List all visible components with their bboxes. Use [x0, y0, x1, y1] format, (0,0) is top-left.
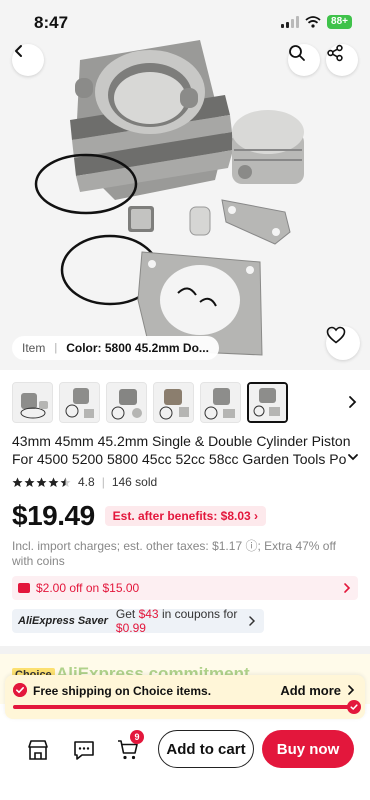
store-icon[interactable] — [26, 738, 50, 762]
chevron-left-icon — [15, 45, 22, 57]
variant-value: Color: 5800 45.2mm Do... — [66, 341, 209, 355]
saver-brand: AliExpress Saver — [18, 615, 108, 627]
star-icon — [36, 477, 47, 487]
chevron-right-icon: › — [254, 509, 259, 523]
status-icons: 88+ — [281, 15, 352, 29]
coupon-icon — [18, 583, 30, 593]
search-icon — [289, 45, 305, 61]
star-icon — [24, 477, 35, 487]
shipping-progress-track — [13, 700, 361, 714]
rating-row[interactable]: 4.8 | 146 sold — [12, 475, 157, 489]
buy-now-button[interactable]: Buy now — [262, 730, 354, 768]
tax-note: Incl. import charges; est. other taxes: … — [12, 539, 336, 568]
share-button[interactable] — [326, 44, 358, 76]
status-bar: 8:47 88+ — [0, 0, 370, 44]
chat-icon[interactable] — [72, 738, 96, 762]
thumbnail-image[interactable] — [12, 382, 53, 423]
thumbnail-image[interactable] — [59, 382, 100, 423]
battery-indicator: 88+ — [327, 15, 352, 29]
rating-value: 4.8 — [78, 475, 95, 489]
signal-icon — [281, 16, 300, 28]
wishlist-button[interactable] — [326, 326, 360, 360]
bottom-action-bar: 9 Add to cart Buy now — [0, 722, 370, 800]
free-shipping-banner[interactable]: Free shipping on Choice items. Add more — [5, 675, 365, 719]
status-time: 8:47 — [34, 13, 69, 32]
coupon-bar[interactable]: $2.00 off on $15.00 — [12, 576, 358, 600]
wifi-icon — [305, 16, 321, 28]
share-icon — [327, 44, 343, 62]
progress-check-icon — [347, 700, 361, 714]
thumbnail-strip — [12, 382, 288, 423]
thumbnail-image[interactable] — [153, 382, 194, 423]
chevron-right-icon — [348, 685, 355, 695]
back-button[interactable] — [12, 44, 44, 76]
thumbnail-image-selected[interactable] — [247, 382, 288, 423]
star-rating — [12, 477, 72, 488]
price: $19.49 — [12, 500, 95, 531]
benefit-tag-text: Est. after benefits: $8.03 — [112, 509, 251, 523]
coupon-text: $2.00 off on $15.00 — [36, 581, 140, 595]
thumbnail-image[interactable] — [106, 382, 147, 423]
variant-chip[interactable]: Item | Color: 5800 45.2mm Do... — [12, 336, 219, 360]
shipping-progress-fill — [13, 705, 357, 709]
heart-icon — [326, 326, 346, 344]
chevron-right-icon[interactable] — [344, 394, 360, 410]
section-divider — [0, 646, 370, 654]
price-row: $19.49 Est. after benefits: $8.03 › — [12, 500, 267, 532]
check-circle-icon — [13, 683, 27, 697]
rating-separator: | — [101, 475, 105, 489]
add-to-cart-button[interactable]: Add to cart — [158, 730, 254, 768]
thumbnail-image[interactable] — [200, 382, 241, 423]
product-hero-image[interactable]: Item | Color: 5800 45.2mm Do... — [0, 0, 370, 370]
add-more-link[interactable]: Add more — [280, 683, 341, 698]
piston-illustration — [232, 110, 304, 184]
variant-separator: | — [54, 342, 58, 354]
chevron-right-icon — [249, 616, 256, 626]
benefit-tag[interactable]: Est. after benefits: $8.03 › — [104, 506, 267, 526]
search-button[interactable] — [288, 44, 320, 76]
variant-label: Item — [22, 341, 46, 355]
cart-count-badge: 9 — [130, 730, 144, 744]
product-title[interactable]: 43mm 45mm 45.2mm Single & Double Cylinde… — [12, 432, 362, 468]
star-icon — [48, 477, 59, 487]
chevron-right-icon — [344, 583, 351, 593]
saver-text: Get $43 in coupons for $0.99 — [115, 607, 238, 635]
star-icon — [12, 477, 23, 487]
saver-bar[interactable]: AliExpress Saver Get $43 in coupons for … — [12, 607, 264, 635]
star-half-icon — [60, 477, 71, 487]
chevron-down-icon[interactable] — [346, 450, 360, 464]
free-shipping-text: Free shipping on Choice items. — [33, 684, 212, 698]
sold-count: 146 sold — [111, 475, 158, 489]
